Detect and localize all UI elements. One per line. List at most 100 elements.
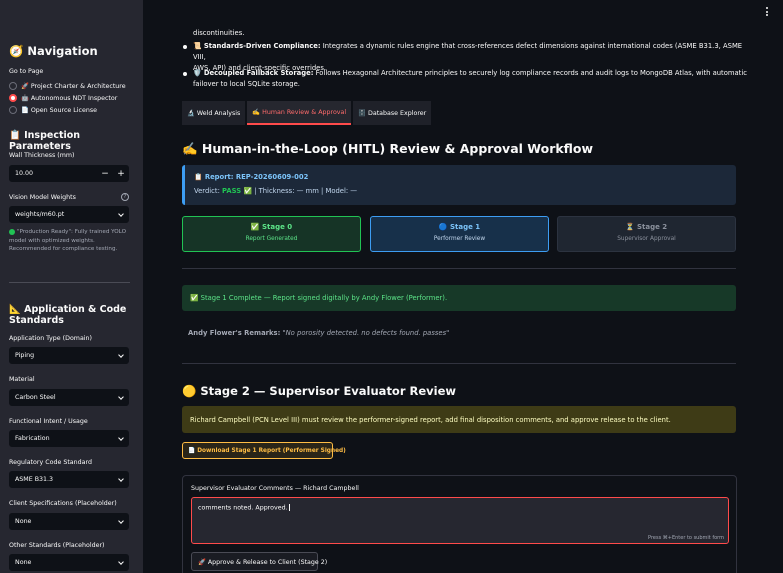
material-select[interactable]: Carbon Steel (9, 389, 129, 406)
radio-label: 🤖 Autonomous NDT Inspector (21, 95, 118, 102)
help-icon[interactable]: ? (121, 193, 129, 201)
performer-remarks: Andy Flower's Remarks: "No porosity dete… (188, 328, 449, 339)
feature-storage: 🛡️ Decoupled Fallback Storage: Follows H… (193, 68, 753, 90)
select-value: Piping (15, 352, 35, 359)
weights-value: weights/m60.pt (15, 211, 65, 218)
goto-page-label: Go to Page (9, 68, 44, 75)
download-report-button[interactable]: 📄 Download Stage 1 Report (Performer Sig… (182, 442, 346, 459)
feature-title: 🛡️ Decoupled Fallback Storage: (193, 69, 314, 77)
tab-database-explorer[interactable]: 🗄️ Database Explorer (353, 101, 432, 125)
divider (182, 363, 736, 364)
workflow-title: ✍️ Human-in-the-Loop (HITL) Review & App… (182, 141, 594, 156)
field-label: Regulatory Code Standard (9, 459, 92, 466)
stage-title: ⏳ Stage 2 (625, 223, 668, 231)
field-label: Other Standards (Placeholder) (9, 542, 105, 549)
field-label: Material (9, 376, 35, 383)
intro-text: discontinuities. (193, 29, 245, 37)
supervisor-warning: Richard Campbell (PCN Level III) must re… (182, 406, 736, 433)
field-label: Functional Intent / Usage (9, 418, 88, 425)
application-type-select[interactable]: Piping (9, 347, 129, 364)
verdict-line: Verdict: PASS ✅ | Thickness: — mm | Mode… (194, 187, 357, 195)
text-cursor (288, 504, 290, 511)
radio-circle[interactable] (9, 106, 17, 114)
stage-title: 🔵 Stage 1 (438, 223, 481, 231)
comments-value: comments noted. Approved. (198, 504, 288, 512)
note-line: "Production Ready": Fully trained YOLO (17, 229, 126, 235)
wall-thickness-value[interactable]: 10.00 (9, 170, 97, 177)
field-label: Client Specifications (Placeholder) (9, 500, 117, 507)
verdict-label: Verdict: (194, 187, 223, 195)
params-title: 📋 Inspection Parameters (9, 130, 81, 152)
bullet-icon (183, 72, 187, 76)
regulatory-code-select[interactable]: ASME B31.3 (9, 471, 129, 488)
sidebar: 🧭 Navigation Go to Page 🚀 Project Charte… (0, 0, 143, 573)
stage-subtitle: Performer Review (433, 236, 486, 242)
nav-radio-project-charter[interactable]: 🚀 Project Charter & Architecture (9, 82, 126, 90)
submit-hint: Press ⌘+Enter to submit form (648, 535, 724, 541)
field-label: Application Type (Domain) (9, 335, 92, 342)
weights-label: Vision Model Weights (9, 194, 76, 201)
supervisor-comments-textarea[interactable]: comments noted. Approved. Press ⌘+Enter … (191, 497, 729, 544)
nav-radio-ndt-inspector[interactable]: 🤖 Autonomous NDT Inspector (9, 94, 117, 102)
select-value: Carbon Steel (15, 394, 56, 401)
divider (182, 268, 736, 269)
bullet-icon (183, 45, 187, 49)
wall-thickness-label: Wall Thickness (mm) (9, 152, 75, 159)
main-menu-icon[interactable] (765, 7, 769, 16)
stage-2-title: 🟡 Stage 2 — Supervisor Evaluator Review (182, 384, 457, 398)
other-standards-select[interactable]: None (9, 554, 129, 571)
chevron-down-icon (118, 351, 124, 358)
stage-0-card: ✅ Stage 0 Report Generated (182, 216, 361, 252)
select-value: Fabrication (15, 435, 50, 442)
radio-label: 📄 Open Source License (21, 107, 98, 114)
stage-subtitle: Report Generated (245, 236, 298, 242)
stage-subtitle: Supervisor Approval (617, 236, 676, 242)
remarks-label: Andy Flower's Remarks: (188, 329, 281, 337)
select-value: None (15, 518, 32, 525)
radio-circle-selected[interactable] (9, 94, 17, 102)
verdict-badge: PASS ✅ (222, 187, 252, 195)
decrement-button[interactable]: − (97, 169, 113, 179)
report-info-box: 📋 Report: REP-20260609-002 Verdict: PASS… (182, 165, 736, 205)
supervisor-form: Supervisor Evaluator Comments — Richard … (182, 475, 737, 573)
report-id: 📋 Report: REP-20260609-002 (194, 173, 309, 181)
nav-radio-license[interactable]: 📄 Open Source License (9, 106, 97, 114)
status-dot-icon (9, 228, 15, 235)
stage-1-card: 🔵 Stage 1 Performer Review (370, 216, 549, 252)
sidebar-divider (9, 282, 130, 283)
chevron-down-icon (118, 434, 124, 441)
radio-circle[interactable] (9, 82, 17, 90)
stage-1-success-alert: ✅ Stage 1 Complete — Report signed digit… (182, 285, 736, 311)
stage-2-card: ⏳ Stage 2 Supervisor Approval (557, 216, 736, 252)
verdict-details: | Thickness: — mm | Model: — (251, 187, 358, 195)
remarks-text: "No porosity detected. no defects found.… (282, 329, 450, 337)
stage-title: ✅ Stage 0 (250, 223, 293, 231)
chevron-down-icon (118, 558, 124, 565)
functional-intent-select[interactable]: Fabrication (9, 430, 129, 447)
main-content: discontinuities. 📜 Standards-Driven Comp… (143, 0, 783, 573)
chevron-down-icon (118, 475, 124, 482)
comments-label: Supervisor Evaluator Comments — Richard … (191, 485, 359, 492)
tab-bar: 🔬 Weld Analysis ✍️ Human Review & Approv… (182, 101, 433, 125)
tab-weld-analysis[interactable]: 🔬 Weld Analysis (182, 101, 246, 125)
feature-title: 📜 Standards-Driven Compliance: (193, 42, 321, 50)
feature-desc: Follows Hexagonal Architecture principle… (313, 69, 747, 77)
approve-release-button[interactable]: 🚀 Approve & Release to Client (Stage 2) (191, 552, 327, 571)
standards-title-line: 📐 Application & Code (9, 304, 127, 315)
note-line: model with optimized weights. (9, 237, 95, 244)
weights-select[interactable]: weights/m60.pt (9, 206, 129, 223)
increment-button[interactable]: + (113, 169, 129, 179)
chevron-down-icon (118, 517, 124, 524)
radio-label: 🚀 Project Charter & Architecture (21, 83, 126, 90)
client-spec-select[interactable]: None (9, 513, 129, 530)
chevron-down-icon (118, 210, 124, 217)
wall-thickness-input[interactable]: 10.00 − + (9, 165, 129, 182)
model-note: "Production Ready": Fully trained YOLO m… (9, 228, 134, 254)
tab-human-review[interactable]: ✍️ Human Review & Approval (247, 101, 352, 125)
select-value: ASME B31.3 (15, 476, 54, 483)
note-line: Recommended for compliance testing. (9, 246, 118, 252)
chevron-down-icon (118, 393, 124, 400)
standards-title: 📐 Application & Code Standards (9, 304, 126, 326)
nav-title: 🧭 Navigation (9, 44, 98, 58)
select-value: None (15, 559, 32, 566)
